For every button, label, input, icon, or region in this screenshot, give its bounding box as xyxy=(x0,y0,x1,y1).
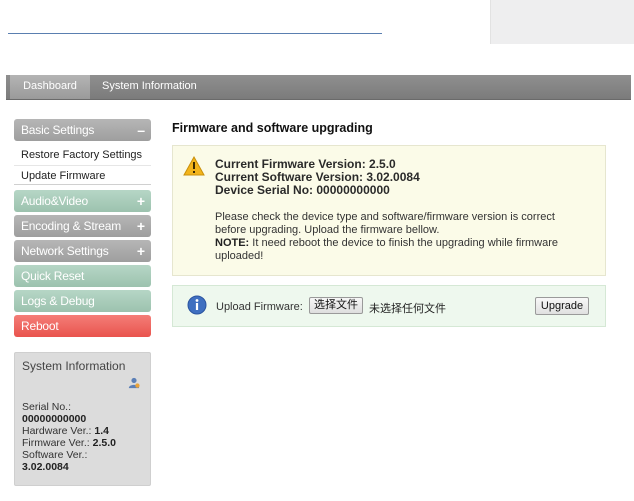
expand-icon: + xyxy=(136,218,145,234)
current-software-version: Current Software Version: 3.02.0084 xyxy=(215,170,420,184)
hardware-row: Hardware Ver.: 1.4 xyxy=(22,425,143,437)
note-text: Please check the device type and softwar… xyxy=(215,211,555,236)
sidebar-item-restore-factory-settings[interactable]: Restore Factory Settings xyxy=(14,145,151,165)
software-value: 3.02.0084 xyxy=(22,461,69,473)
top-navbar: Dashboard System Information xyxy=(6,75,631,100)
firmware-label: Firmware Ver.: xyxy=(22,437,90,449)
serial-label: Serial No.: xyxy=(22,401,72,413)
top-right-box xyxy=(490,0,634,44)
sidebar-item-label: Network Settings xyxy=(21,244,109,258)
sidebar-item-label: Encoding & Stream xyxy=(21,219,121,233)
hardware-label: Hardware Ver.: xyxy=(22,425,92,437)
warning-icon xyxy=(183,156,205,176)
sidebar-encoding-stream[interactable]: Encoding & Stream + xyxy=(14,215,151,237)
sidebar-item-label: Audio&Video xyxy=(21,194,88,208)
no-file-selected-text: 未选择任何文件 xyxy=(369,303,446,315)
firmware-info-panel: Current Firmware Version: 2.5.0 Current … xyxy=(172,145,606,276)
sidebar-item-label: Quick Reset xyxy=(21,269,85,283)
tab-system-information[interactable]: System Information xyxy=(102,75,197,99)
choose-file-button[interactable]: 选择文件 xyxy=(309,297,363,314)
sidebar-audio-video[interactable]: Audio&Video + xyxy=(14,190,151,212)
hardware-value: 1.4 xyxy=(94,425,109,437)
sidebar-logs-debug[interactable]: Logs & Debug xyxy=(14,290,151,312)
expand-icon: + xyxy=(136,243,145,259)
software-label: Software Ver.: xyxy=(22,449,88,461)
sidebar-item-label: Logs & Debug xyxy=(21,294,95,308)
sidebar-item-label: Basic Settings xyxy=(21,123,95,137)
page-title: Firmware and software upgrading xyxy=(172,121,373,135)
expand-icon: + xyxy=(136,193,145,209)
sidebar-basic-settings[interactable]: Basic Settings – xyxy=(14,119,151,141)
firmware-value: 2.5.0 xyxy=(92,437,116,449)
note-label: NOTE: xyxy=(215,237,250,249)
tab-dashboard[interactable]: Dashboard xyxy=(10,75,90,99)
user-info-icon xyxy=(128,377,140,389)
sidebar-item-update-firmware[interactable]: Update Firmware xyxy=(14,165,151,185)
upgrade-button[interactable]: Upgrade xyxy=(535,297,589,315)
system-info-title: System Information xyxy=(22,359,126,373)
note-reboot-text: It need reboot the device to finish the … xyxy=(215,237,559,262)
sidebar-quick-reset[interactable]: Quick Reset xyxy=(14,265,151,287)
serial-value: 00000000000 xyxy=(22,413,87,425)
system-info-panel: System Information Serial No.: 000000000… xyxy=(14,352,151,486)
app-frame: Dashboard System Information Basic Setti… xyxy=(6,75,631,501)
upload-firmware-label: Upload Firmware: xyxy=(216,301,303,313)
upgrade-note: Please check the device type and softwar… xyxy=(215,211,585,263)
top-divider-line xyxy=(8,33,382,34)
upload-panel: Upload Firmware: 选择文件 未选择任何文件 Upgrade xyxy=(172,285,606,327)
info-icon xyxy=(187,295,207,315)
current-firmware-version: Current Firmware Version: 2.5.0 xyxy=(215,157,396,171)
collapse-icon: – xyxy=(137,122,145,138)
firmware-row: Firmware Ver.: 2.5.0 xyxy=(22,437,143,449)
sidebar-item-label: Reboot xyxy=(21,319,59,333)
sidebar-network-settings[interactable]: Network Settings + xyxy=(14,240,151,262)
device-serial-no: Device Serial No: 00000000000 xyxy=(215,183,390,197)
sidebar-reboot[interactable]: Reboot xyxy=(14,315,151,337)
